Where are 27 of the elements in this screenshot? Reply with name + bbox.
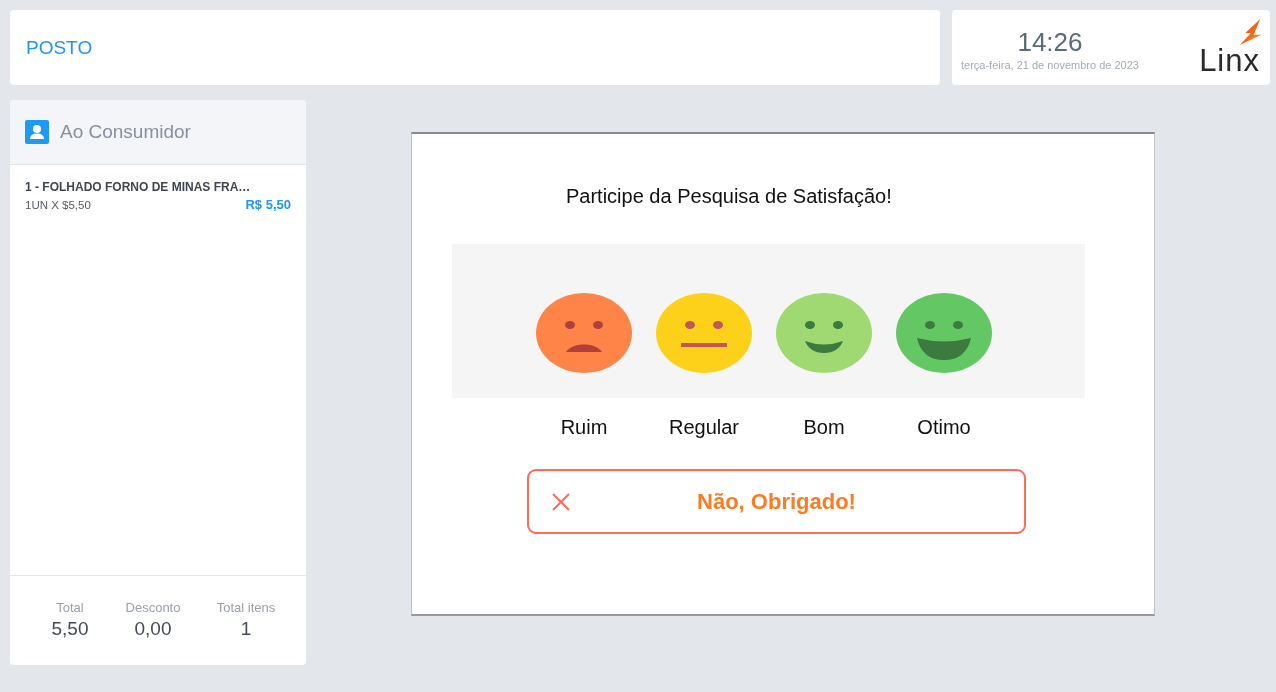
rating-label: Bom xyxy=(803,416,845,438)
item-price: R$ 5,50 xyxy=(245,197,291,212)
item-quantity: 1UN X $5,50 xyxy=(25,199,91,211)
neutral-face-icon[interactable] xyxy=(656,293,752,373)
total-value: 5,50 xyxy=(51,618,89,640)
customer-name: Ao Consumidor xyxy=(60,121,191,143)
flame-logo-icon xyxy=(1238,19,1262,45)
total-label: Desconto xyxy=(125,600,181,615)
grinning-face-icon[interactable] xyxy=(896,293,992,373)
close-icon xyxy=(552,492,570,511)
total-label: Total xyxy=(56,600,84,615)
item-title: 1 - FOLHADO FORNO DE MINAS FRA… xyxy=(25,180,251,194)
total-value: 1 xyxy=(240,618,252,640)
header-title: POSTO xyxy=(26,36,93,59)
rating-label: Ruim xyxy=(560,416,608,438)
sad-face-icon[interactable] xyxy=(536,293,632,373)
logo-wordmark: Linx xyxy=(1199,46,1260,76)
rating-label: Regular xyxy=(668,416,739,438)
total-value: 0,00 xyxy=(134,618,172,640)
rating-label: Otimo xyxy=(917,416,971,438)
clock-date: terça-feira, 21 de novembro de 2023 xyxy=(961,58,1139,71)
dismiss-button[interactable]: Não, Obrigado! xyxy=(527,469,1026,534)
user-icon xyxy=(25,120,49,144)
clock-time: 14:26 xyxy=(1017,26,1083,57)
total-label: Total itens xyxy=(216,600,276,615)
smiling-face-icon[interactable] xyxy=(776,293,872,373)
dialog-title: Participe da Pesquisa de Satisfação! xyxy=(566,184,892,209)
